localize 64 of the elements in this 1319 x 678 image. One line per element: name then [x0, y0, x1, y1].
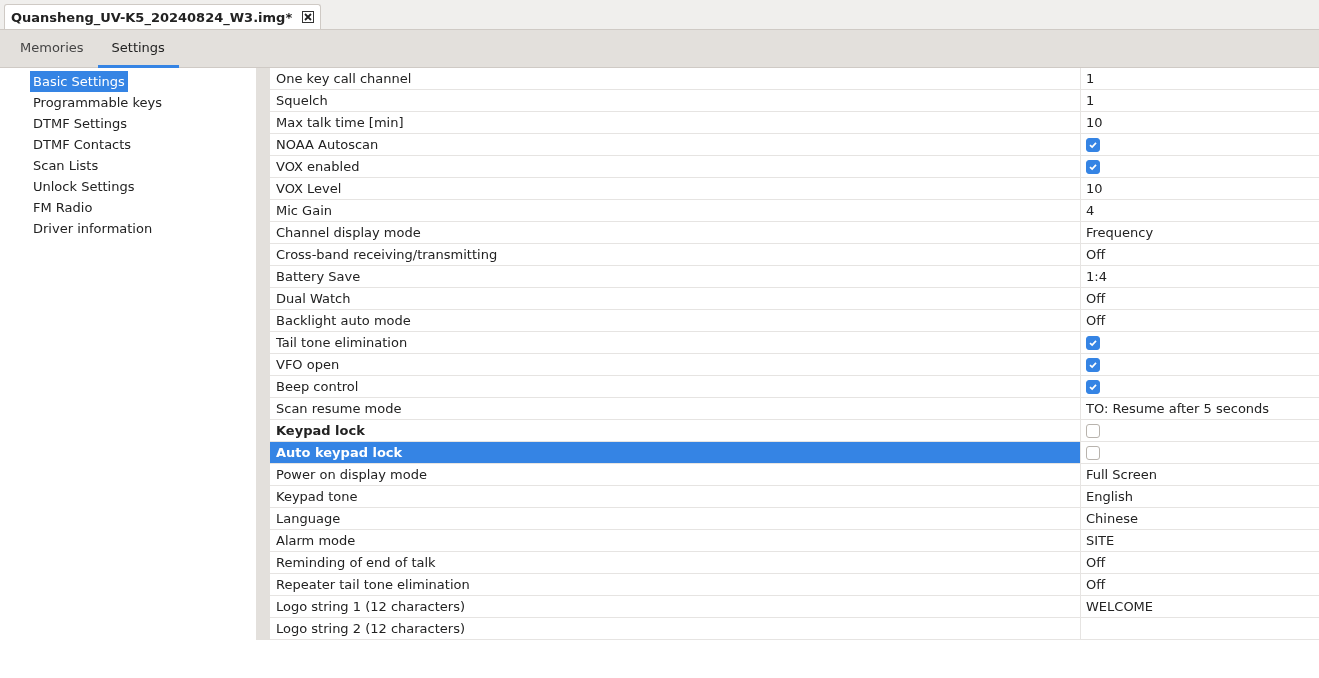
setting-value[interactable]: 10: [1086, 181, 1103, 196]
checkbox[interactable]: [1086, 423, 1100, 438]
setting-value[interactable]: SITE: [1086, 533, 1115, 548]
setting-value[interactable]: English: [1086, 489, 1133, 504]
tab[interactable]: Settings: [97, 30, 179, 68]
setting-name[interactable]: Auto keypad lock: [270, 442, 1080, 463]
sidebar-item[interactable]: DTMF Contacts: [30, 134, 135, 155]
setting-name[interactable]: Battery Save: [270, 266, 1080, 287]
close-icon[interactable]: [302, 11, 315, 23]
setting-name[interactable]: VOX Level: [270, 178, 1080, 199]
setting-name[interactable]: Reminding of end of talk: [270, 552, 1080, 573]
setting-name[interactable]: Cross-band receiving/transmitting: [270, 244, 1080, 265]
setting-name[interactable]: VFO open: [270, 354, 1080, 375]
setting-name[interactable]: Scan resume mode: [270, 398, 1080, 419]
setting-name[interactable]: Channel display mode: [270, 222, 1080, 243]
setting-name[interactable]: Dual Watch: [270, 288, 1080, 309]
setting-value[interactable]: Off: [1086, 577, 1106, 592]
setting-name[interactable]: Language: [270, 508, 1080, 529]
setting-value[interactable]: 10: [1086, 115, 1103, 130]
sidebar-item[interactable]: DTMF Settings: [30, 113, 131, 134]
setting-value[interactable]: 1:4: [1086, 269, 1107, 284]
setting-value[interactable]: 1: [1086, 93, 1095, 108]
setting-value[interactable]: Frequency: [1086, 225, 1154, 240]
setting-value[interactable]: Off: [1086, 313, 1106, 328]
setting-name[interactable]: Squelch: [270, 90, 1080, 111]
setting-name[interactable]: Keypad tone: [270, 486, 1080, 507]
sidebar-item[interactable]: Unlock Settings: [30, 176, 138, 197]
setting-value[interactable]: Full Screen: [1086, 467, 1158, 482]
checkbox[interactable]: [1086, 137, 1100, 152]
setting-value[interactable]: Off: [1086, 291, 1106, 306]
setting-name[interactable]: Repeater tail tone elimination: [270, 574, 1080, 595]
setting-value[interactable]: Off: [1086, 555, 1106, 570]
setting-name[interactable]: Alarm mode: [270, 530, 1080, 551]
checkbox[interactable]: [1086, 357, 1100, 372]
setting-value[interactable]: TO: Resume after 5 seconds: [1086, 401, 1270, 416]
setting-name[interactable]: NOAA Autoscan: [270, 134, 1080, 155]
sidebar-item[interactable]: Scan Lists: [30, 155, 102, 176]
setting-name[interactable]: Mic Gain: [270, 200, 1080, 221]
sidebar-item[interactable]: Basic Settings: [30, 71, 128, 92]
setting-name[interactable]: VOX enabled: [270, 156, 1080, 177]
sidebar-item[interactable]: Driver information: [30, 218, 156, 239]
checkbox[interactable]: [1086, 445, 1100, 460]
setting-value[interactable]: Off: [1086, 247, 1106, 262]
file-tab-title: Quansheng_UV-K5_20240824_W3.img*: [11, 9, 293, 25]
setting-value[interactable]: WELCOME: [1086, 599, 1154, 614]
setting-name[interactable]: Tail tone elimination: [270, 332, 1080, 353]
checkbox[interactable]: [1086, 335, 1100, 350]
setting-name[interactable]: Beep control: [270, 376, 1080, 397]
setting-name[interactable]: Backlight auto mode: [270, 310, 1080, 331]
setting-name[interactable]: One key call channel: [270, 68, 1080, 89]
setting-name[interactable]: Logo string 1 (12 characters): [270, 596, 1080, 617]
checkbox[interactable]: [1086, 379, 1100, 394]
setting-name[interactable]: Logo string 2 (12 characters): [270, 618, 1080, 639]
setting-name[interactable]: Power on display mode: [270, 464, 1080, 485]
file-tab[interactable]: Quansheng_UV-K5_20240824_W3.img*: [4, 4, 322, 29]
setting-value[interactable]: Chinese: [1086, 511, 1138, 526]
tab[interactable]: Memories: [6, 30, 98, 68]
setting-name[interactable]: Keypad lock: [270, 420, 1080, 441]
checkbox[interactable]: [1086, 159, 1100, 174]
setting-value[interactable]: 4: [1086, 203, 1095, 218]
setting-name[interactable]: Max talk time [min]: [270, 112, 1080, 133]
sidebar-item[interactable]: FM Radio: [30, 197, 96, 218]
sidebar-item[interactable]: Programmable keys: [30, 92, 165, 113]
setting-value[interactable]: 1: [1086, 71, 1095, 86]
